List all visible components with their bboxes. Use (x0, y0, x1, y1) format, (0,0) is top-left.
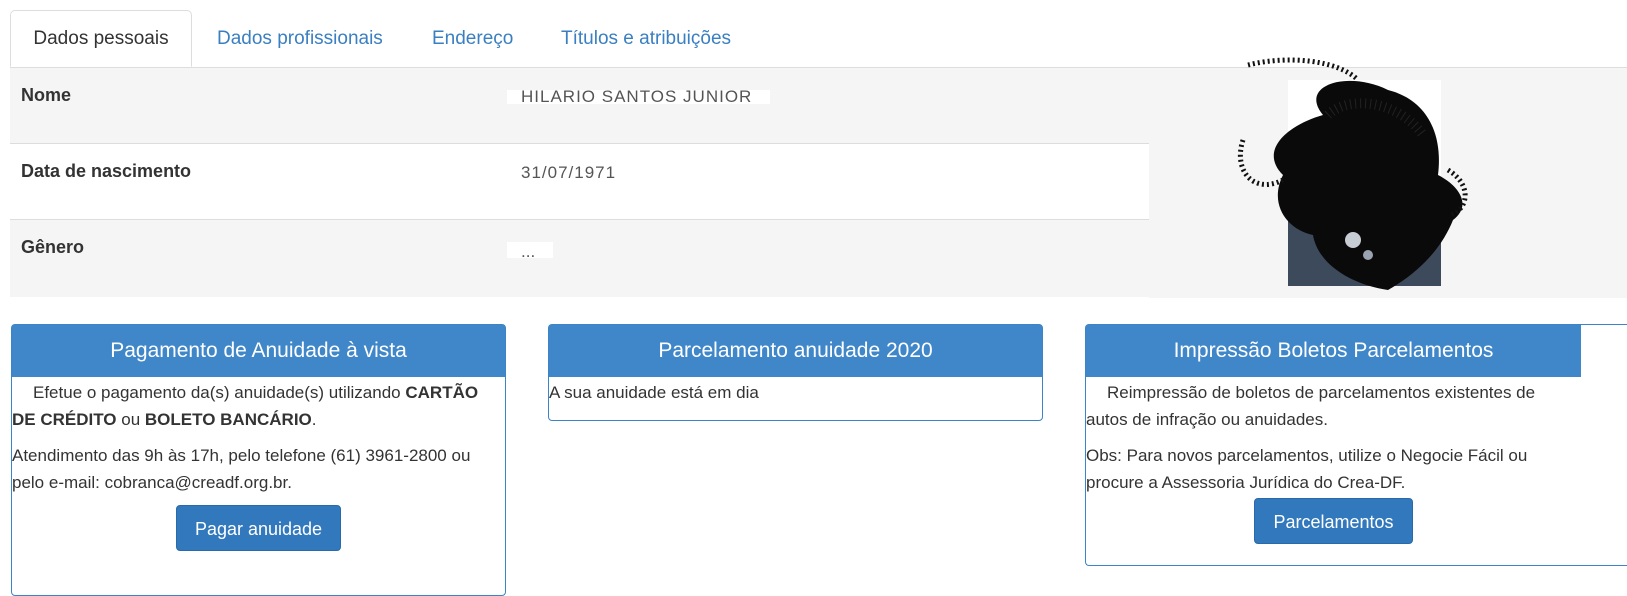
payment-contact: Atendimento das 9h às 17h, pelo telefone… (12, 446, 471, 492)
panel-payment-body: Efetue o pagamento da(s) anuidade(s) uti… (12, 379, 505, 551)
value-genero: ... (507, 242, 554, 258)
installments-button[interactable]: Parcelamentos (1254, 498, 1413, 544)
tab-dados-profissionais[interactable]: Dados profissionais (217, 10, 383, 67)
pay-annuity-button[interactable]: Pagar anuidade (175, 505, 342, 551)
payment-text: Efetue o pagamento da(s) anuidade(s) uti… (33, 383, 406, 402)
label-data-nascimento: Data de nascimento (21, 161, 192, 181)
personal-data-table: Nome HILARIO SANTOS JUNIOR Data de nasci… (10, 68, 1149, 297)
payment-instructions: Efetue o pagamento da(s) anuidade(s) uti… (12, 379, 505, 433)
reprint-button-wrap: Parcelamentos (1086, 498, 1581, 544)
row-data-nascimento: Data de nascimento 31/07/1971 (10, 144, 1149, 220)
panel-installment-body: A sua anuidade está em dia (549, 379, 1042, 406)
row-nome: Nome HILARIO SANTOS JUNIOR (10, 68, 1149, 144)
payment-text-or: ou (116, 410, 145, 429)
installment-status: A sua anuidade está em dia (549, 383, 759, 402)
payment-bank-slip: BOLETO BANCÁRIO (144, 410, 312, 429)
tab-titulos-atribuicoes[interactable]: Títulos e atribuições (561, 10, 731, 67)
value-nome: HILARIO SANTOS JUNIOR (507, 90, 771, 104)
reprint-description: Reimpressão de boletos de parcelamentos … (1086, 383, 1536, 429)
tab-endereco[interactable]: Endereço (432, 10, 513, 67)
payment-text-end: . (311, 410, 317, 429)
row-genero: Gênero ... (10, 220, 1149, 297)
panel-payment: Pagamento de Anuidade à vista Efetue o p… (11, 324, 506, 596)
panel-reprint-body: Reimpressão de boletos de parcelamentos … (1086, 379, 1581, 544)
panel-installment-title: Parcelamento anuidade 2020 (549, 325, 1042, 377)
payment-button-wrap: Pagar anuidade (12, 505, 505, 551)
tab-dados-pessoais[interactable]: Dados pessoais (10, 10, 192, 67)
panel-reprint: Impressão Boletos Parcelamentos Reimpres… (1085, 324, 1627, 566)
panel-installment: Parcelamento anuidade 2020 A sua anuidad… (548, 324, 1043, 421)
label-nome: Nome (21, 85, 72, 105)
value-data-nascimento: 31/07/1971 (507, 166, 635, 180)
label-genero: Gênero (21, 237, 85, 257)
panel-reprint-title: Impressão Boletos Parcelamentos (1086, 325, 1581, 377)
profile-photo (1237, 57, 1468, 290)
reprint-note: Obs: Para novos parcelamentos, utilize o… (1086, 446, 1528, 492)
panel-payment-title: Pagamento de Anuidade à vista (12, 325, 505, 377)
